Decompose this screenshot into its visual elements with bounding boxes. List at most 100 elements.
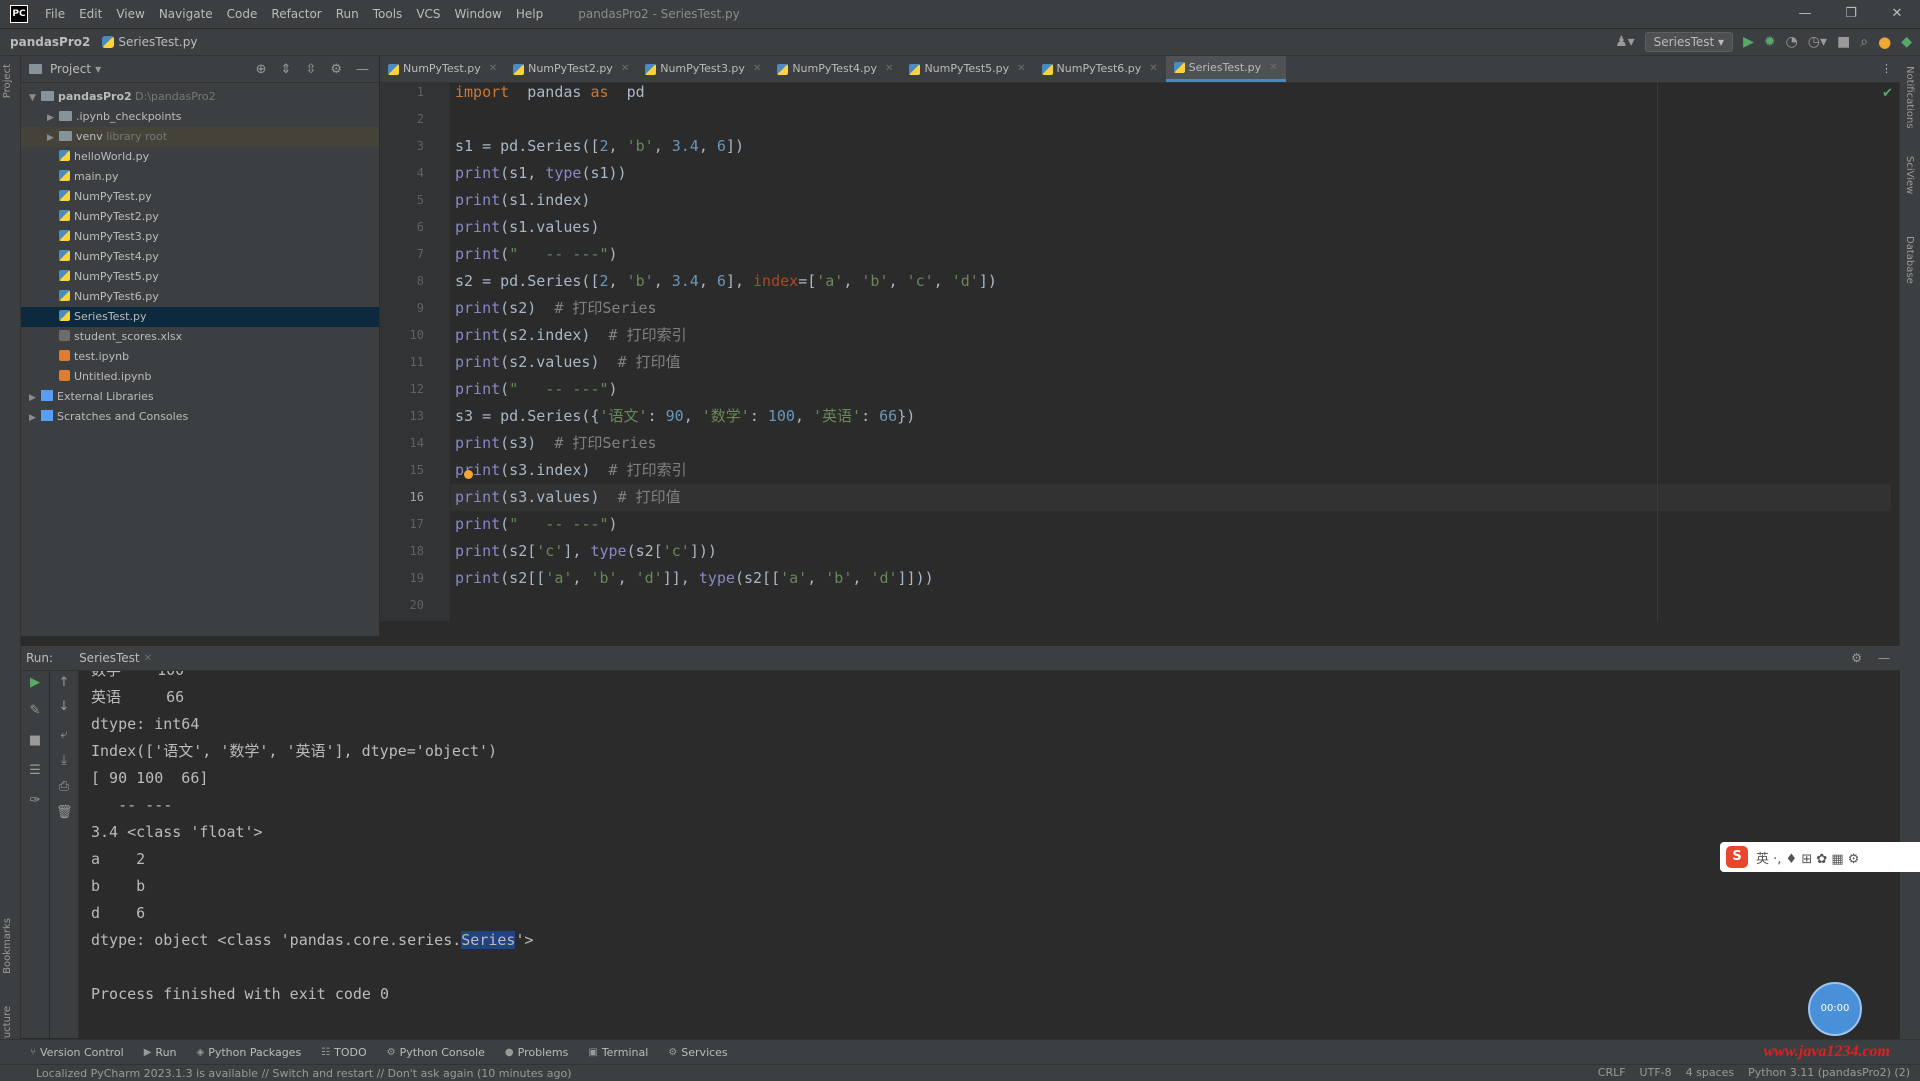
code-line[interactable]: print(s2['c'], type(s2['c'])) — [455, 538, 717, 565]
hide-icon[interactable]: — — [356, 62, 369, 77]
pin-icon[interactable]: ✑ — [27, 793, 43, 808]
code-line[interactable]: print(s1.index) — [455, 187, 590, 214]
editor-tab[interactable]: NumPyTest6.py ✕ — [1034, 56, 1166, 82]
code-line[interactable]: print(s3) # 打印Series — [455, 430, 657, 457]
code-line[interactable]: print(s2.values) # 打印值 — [455, 349, 681, 376]
trash-icon[interactable]: 🗑 — [56, 805, 73, 820]
status-item[interactable]: 4 spaces — [1686, 1066, 1735, 1079]
menu-item-file[interactable]: File — [38, 7, 72, 21]
expand-arrow-icon[interactable]: ▼ — [29, 88, 41, 108]
menu-item-view[interactable]: View — [109, 7, 151, 21]
status-item[interactable]: CRLF — [1598, 1066, 1626, 1079]
arrow-down-icon[interactable]: ↓ — [56, 699, 72, 714]
bottom-tab-terminal[interactable]: ▣ Terminal — [578, 1046, 658, 1059]
collapse-arrow-icon[interactable]: ▶ — [29, 388, 41, 408]
menu-item-edit[interactable]: Edit — [72, 7, 109, 21]
locate-icon[interactable]: ⊕ — [256, 62, 267, 77]
rerun-icon[interactable]: ▶ — [27, 675, 43, 690]
menu-item-refactor[interactable]: Refactor — [264, 7, 328, 21]
tree-item[interactable]: student_scores.xlsx — [21, 327, 379, 347]
tree-item[interactable]: NumPyTest3.py — [21, 227, 379, 247]
menu-item-help[interactable]: Help — [509, 7, 550, 21]
tree-item[interactable]: ▶ Scratches and Consoles — [21, 407, 379, 427]
menu-item-vcs[interactable]: VCS — [409, 7, 447, 21]
editor-tab[interactable]: NumPyTest3.py ✕ — [637, 56, 769, 82]
layout-icon[interactable]: ☰ — [27, 763, 43, 778]
tree-item[interactable]: NumPyTest5.py — [21, 267, 379, 287]
run-tab[interactable]: SeriesTest ✕ — [75, 651, 152, 665]
tree-item[interactable]: test.ipynb — [21, 347, 379, 367]
tree-item[interactable]: NumPyTest2.py — [21, 207, 379, 227]
bottom-tab-python-console[interactable]: ⚙ Python Console — [377, 1046, 495, 1059]
close-icon[interactable]: ✕ — [1017, 56, 1025, 82]
user-icon[interactable]: ♟▾ — [1615, 34, 1635, 50]
menu-item-window[interactable]: Window — [448, 7, 509, 21]
collapse-arrow-icon[interactable]: ▶ — [47, 108, 59, 128]
tree-item[interactable]: Untitled.ipynb — [21, 367, 379, 387]
code-line[interactable]: print(s3.values) # 打印值 — [451, 484, 1891, 511]
scroll-to-end-icon[interactable]: ⤓ — [56, 753, 72, 768]
code-line[interactable]: print(" -- ---") — [455, 241, 618, 268]
gear-icon[interactable]: ⚙ — [1851, 651, 1862, 665]
code-editor[interactable]: import pandas as pd s1 = pd.Series([2, 'b… — [451, 83, 1891, 621]
print-icon[interactable]: ⎙ — [56, 779, 72, 794]
ime-toolbar[interactable]: S 英 ·, ♦ ⊞ ✿ ▦ ⚙ — [1720, 842, 1920, 872]
menu-item-run[interactable]: Run — [329, 7, 366, 21]
tree-item[interactable]: helloWorld.py — [21, 147, 379, 167]
chevron-down-icon[interactable]: ▾ — [95, 62, 101, 76]
status-message[interactable]: Localized PyCharm 2023.1.3 is available … — [0, 1067, 572, 1080]
soft-wrap-icon[interactable]: ⤶ — [56, 727, 72, 742]
intention-bulb-icon[interactable] — [464, 470, 473, 479]
bottom-tab-problems[interactable]: ● Problems — [495, 1046, 578, 1059]
breadcrumb-project[interactable]: pandasPro2 — [0, 35, 96, 49]
status-item[interactable]: UTF-8 — [1640, 1066, 1672, 1079]
status-item[interactable]: Python 3.11 (pandasPro2) (2) — [1748, 1066, 1910, 1079]
gear-icon[interactable]: ⚙ — [330, 62, 342, 77]
minimize-icon[interactable]: — — [1782, 0, 1828, 28]
bottom-tab-services[interactable]: ⚙ Services — [658, 1046, 737, 1059]
close-icon[interactable]: ✕ — [753, 56, 761, 82]
collapse-arrow-icon[interactable]: ▶ — [47, 128, 59, 148]
collapse-all-icon[interactable]: ⇳ — [305, 62, 316, 77]
wrench-icon[interactable]: ✎ — [27, 703, 43, 718]
tree-item[interactable]: ▶ venv library root — [21, 127, 379, 147]
hide-icon[interactable]: — — [1878, 651, 1890, 665]
bottom-tab-todo[interactable]: ☷ TODO — [311, 1046, 376, 1059]
bookmarks-tool-button[interactable]: Bookmarks — [2, 918, 13, 974]
tree-item[interactable]: ▶ .ipynb_checkpoints — [21, 107, 379, 127]
notifications-tool-button[interactable]: Notifications — [1904, 66, 1915, 129]
bottom-tab-run[interactable]: ▶ Run — [134, 1046, 187, 1059]
inspection-ok-icon[interactable]: ✔ — [1882, 86, 1893, 101]
menu-item-tools[interactable]: Tools — [366, 7, 410, 21]
code-line[interactable]: print(" -- ---") — [455, 511, 618, 538]
code-line[interactable]: print(s2) # 打印Series — [455, 295, 657, 322]
project-tool-button[interactable]: Project — [2, 64, 13, 98]
run-icon[interactable]: ▶ — [1743, 34, 1754, 50]
plugin-icon[interactable]: ◆ — [1901, 34, 1912, 50]
restore-icon[interactable]: ❐ — [1828, 0, 1874, 28]
code-line[interactable]: print(s2.index) # 打印索引 — [455, 322, 687, 349]
code-line[interactable]: print(s2[['a', 'b', 'd']], type(s2[['a',… — [455, 565, 934, 592]
tree-item[interactable]: ▼ pandasPro2 D:\pandasPro2 — [21, 87, 379, 107]
tree-item[interactable]: NumPyTest6.py — [21, 287, 379, 307]
code-line[interactable]: print(s3.index) # 打印索引 — [455, 457, 687, 484]
code-line[interactable]: import pandas as pd — [455, 79, 645, 106]
menu-item-code[interactable]: Code — [220, 7, 265, 21]
stop-icon[interactable]: ■ — [27, 733, 43, 748]
tree-item[interactable]: SeriesTest.py — [21, 307, 379, 327]
stop-icon[interactable]: ■ — [1837, 34, 1850, 50]
code-line[interactable]: s3 = pd.Series({'语文': 90, '数学': 100, '英语… — [455, 403, 915, 430]
collapse-arrow-icon[interactable]: ▶ — [29, 408, 41, 428]
bottom-tab-version-control[interactable]: ⑂ Version Control — [0, 1046, 134, 1059]
code-line[interactable]: print(s1.values) — [455, 214, 600, 241]
tree-item[interactable]: NumPyTest4.py — [21, 247, 379, 267]
close-icon[interactable]: ✕ — [1269, 55, 1277, 81]
code-line[interactable]: s1 = pd.Series([2, 'b', 3.4, 6]) — [455, 133, 744, 160]
tree-item[interactable]: NumPyTest.py — [21, 187, 379, 207]
sciview-tool-button[interactable]: SciView — [1904, 156, 1915, 194]
tree-item[interactable]: ▶ External Libraries — [21, 387, 379, 407]
editor-tab[interactable]: NumPyTest5.py ✕ — [901, 56, 1033, 82]
updates-icon[interactable]: ● — [1878, 33, 1891, 51]
run-config-select[interactable]: SeriesTest ▾ — [1644, 32, 1734, 52]
expand-all-icon[interactable]: ⇕ — [281, 62, 292, 77]
